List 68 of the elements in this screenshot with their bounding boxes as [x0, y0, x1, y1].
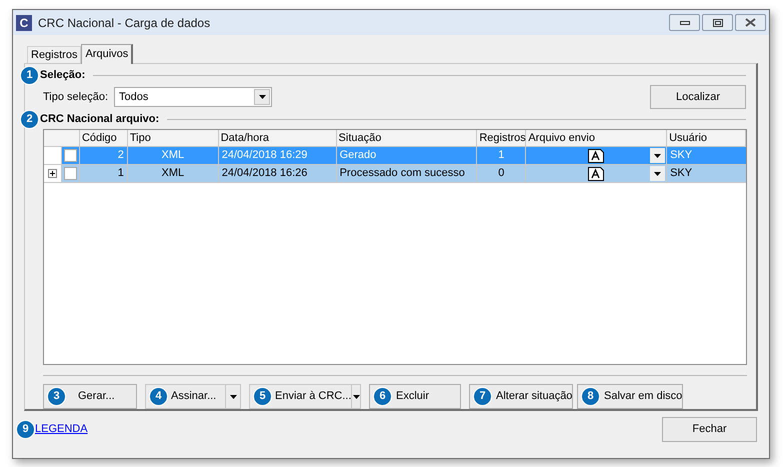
- callout-badge: 9: [16, 420, 35, 439]
- table-cell: 1: [80, 165, 128, 182]
- maximize-button[interactable]: [702, 14, 733, 31]
- close-dialog-button[interactable]: Fechar: [662, 417, 757, 442]
- minimize-button[interactable]: [669, 14, 700, 31]
- table-cell: 0: [477, 165, 526, 182]
- row-indicator-cell[interactable]: [44, 147, 62, 164]
- column-header[interactable]: Registros: [477, 130, 526, 146]
- column-header[interactable]: Usuário: [667, 130, 746, 146]
- app-icon: C: [16, 14, 32, 30]
- action-button[interactable]: 6 Excluir: [369, 384, 461, 409]
- row-checkbox[interactable]: [64, 149, 77, 162]
- action-button[interactable]: 3 Gerar...: [43, 384, 137, 409]
- section-heading: CRC Nacional arquivo:: [39, 112, 160, 127]
- callout-badge: 2: [20, 110, 39, 128]
- close-icon: [745, 18, 756, 27]
- callout-badge: 1: [20, 66, 39, 84]
- maximize-icon: [712, 18, 722, 26]
- action-button[interactable]: 5 Enviar à CRC...: [249, 384, 352, 409]
- legend-link[interactable]: LEGENDA: [35, 421, 88, 438]
- window-title: CRC Nacional - Carga de dados: [38, 14, 210, 32]
- callout-badge: 3: [47, 387, 66, 406]
- dropdown-button[interactable]: [650, 166, 666, 181]
- caret-icon: [654, 172, 662, 176]
- table-cell: 1: [477, 147, 526, 164]
- dropdown-button[interactable]: [225, 384, 241, 409]
- dropdown-button[interactable]: [650, 148, 666, 163]
- column-header[interactable]: Data/hora: [218, 130, 337, 146]
- grid-row[interactable]: 1 XML 24/04/2018 16:26 Processado com sucesso 0 SKY: [44, 165, 746, 183]
- close-button[interactable]: [735, 14, 766, 31]
- document-icon: [588, 166, 604, 180]
- table-cell: Gerado: [336, 147, 478, 164]
- column-header[interactable]: Código: [80, 130, 128, 146]
- table-cell: 2: [80, 147, 128, 164]
- action-button[interactable]: 4 Assinar...: [145, 384, 225, 409]
- table-cell-text: SKY: [669, 166, 694, 181]
- table-cell: XML: [128, 165, 219, 182]
- callout-badge: 7: [473, 387, 492, 406]
- expand-icon[interactable]: [48, 169, 57, 178]
- table-cell: 24/04/2018 16:26: [218, 165, 337, 182]
- callout-badge: 5: [253, 387, 272, 406]
- minimize-icon: [680, 20, 690, 24]
- caret-icon: [230, 394, 236, 398]
- column-header[interactable]: Tipo: [128, 130, 219, 146]
- dropdown-button[interactable]: [351, 384, 361, 409]
- table-cell: XML: [128, 147, 219, 164]
- callout-badge: 4: [149, 387, 168, 406]
- table-cell: Processado com sucesso: [336, 165, 478, 182]
- caret-icon: [654, 154, 662, 158]
- find-button[interactable]: Localizar: [650, 85, 746, 109]
- column-header[interactable]: Situação: [336, 130, 478, 146]
- callout-badge: 8: [581, 387, 600, 406]
- row-indicator-cell[interactable]: [44, 165, 62, 182]
- section-heading: Seleção:: [39, 68, 86, 83]
- type-select[interactable]: Todos: [114, 87, 272, 107]
- table-cell-text: SKY: [669, 148, 694, 163]
- action-button[interactable]: 8 Salvar em disco: [577, 384, 684, 409]
- select-value: Todos: [119, 90, 150, 105]
- callout-badge: 6: [373, 387, 392, 406]
- action-button[interactable]: 7 Alterar situação: [469, 384, 574, 409]
- table-cell: 24/04/2018 16:29: [218, 147, 337, 164]
- caret-icon: [352, 394, 360, 398]
- field-label: Tipo seleção:: [42, 90, 110, 105]
- tab[interactable]: Arquivos: [81, 44, 134, 64]
- document-icon: [588, 148, 604, 162]
- caret-icon: [258, 95, 266, 99]
- row-checkbox[interactable]: [64, 167, 77, 180]
- column-header[interactable]: Arquivo envio: [526, 130, 668, 146]
